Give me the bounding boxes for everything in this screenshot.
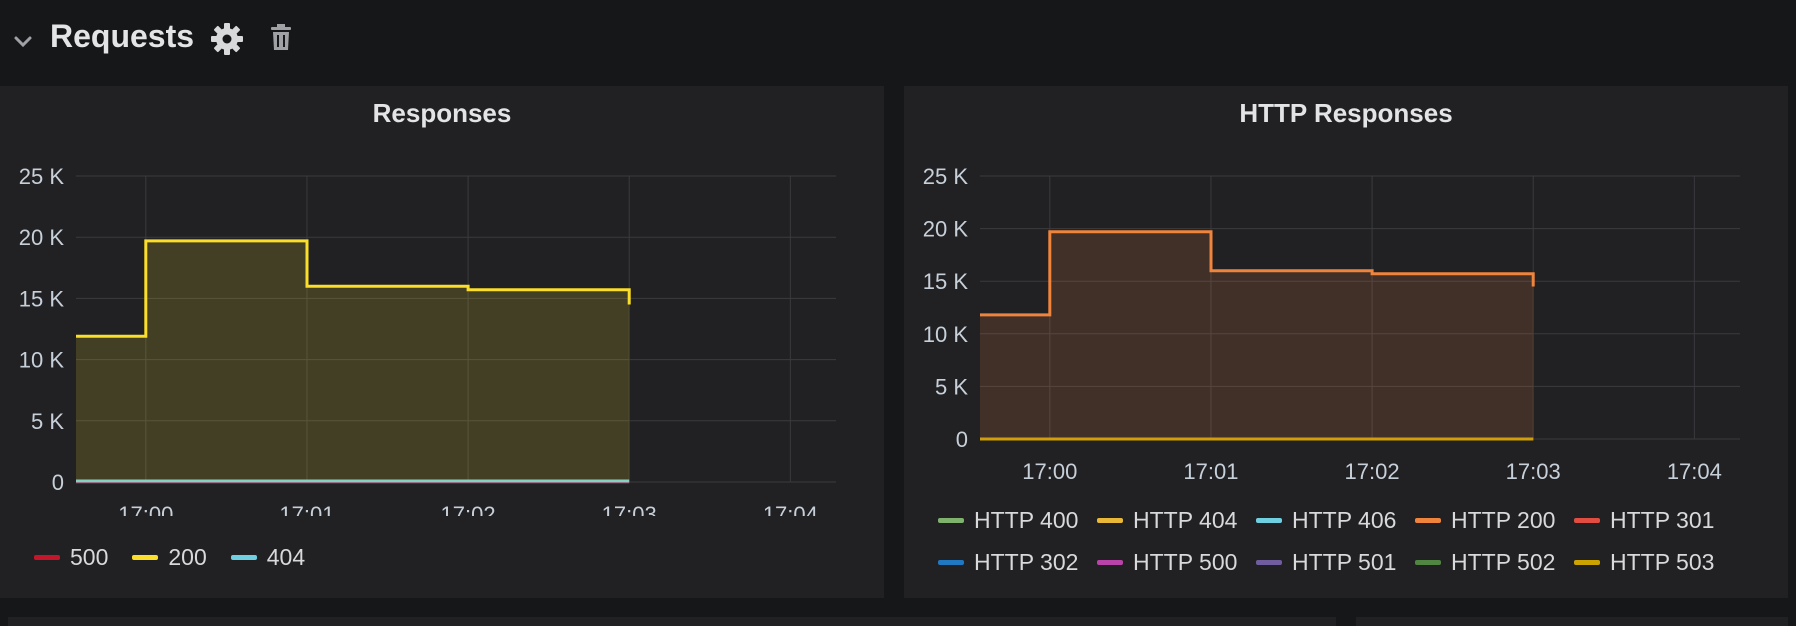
legend-item[interactable]: HTTP 501 bbox=[1256, 541, 1415, 583]
legend-swatch bbox=[1256, 559, 1282, 565]
next-panel-edge bbox=[8, 617, 1336, 626]
chevron-down-icon[interactable] bbox=[12, 30, 34, 52]
y-tick-label: 0 bbox=[956, 427, 968, 452]
legend-item[interactable]: HTTP 400 bbox=[938, 499, 1097, 541]
y-tick-label: 0 bbox=[52, 470, 64, 495]
legend-swatch bbox=[938, 517, 964, 523]
y-tick-label: 15 K bbox=[19, 286, 65, 311]
series-fill-http-200 bbox=[980, 231, 1534, 439]
x-tick-label: 17:04 bbox=[1667, 459, 1722, 484]
legend-label: HTTP 406 bbox=[1292, 506, 1397, 533]
trash-icon[interactable] bbox=[268, 24, 294, 52]
responses-legend: 500 200 404 bbox=[34, 536, 854, 578]
legend-swatch bbox=[34, 554, 60, 560]
x-tick-label: 17:00 bbox=[1022, 459, 1077, 484]
legend-item[interactable]: 500 bbox=[34, 536, 108, 578]
y-tick-label: 25 K bbox=[19, 164, 65, 189]
legend-item[interactable]: HTTP 503 bbox=[1574, 541, 1733, 583]
legend-swatch bbox=[1097, 559, 1123, 565]
y-tick-label: 10 K bbox=[19, 348, 65, 373]
x-tick-label: 17:01 bbox=[1183, 459, 1238, 484]
y-tick-label: 5 K bbox=[935, 374, 968, 399]
x-tick-label: 17:02 bbox=[1345, 459, 1400, 484]
next-panel-edge bbox=[1356, 617, 1788, 626]
gear-icon[interactable] bbox=[210, 22, 244, 56]
y-tick-label: 5 K bbox=[31, 409, 64, 434]
legend-swatch bbox=[132, 554, 159, 560]
legend-swatch bbox=[1415, 517, 1441, 523]
x-tick-label: 17:00 bbox=[118, 502, 173, 516]
legend-label: HTTP 500 bbox=[1133, 548, 1238, 575]
http-responses-legend: HTTP 400 HTTP 404 HTTP 406 HTTP 200 HTTP 301… bbox=[938, 499, 1768, 583]
legend-label: HTTP 200 bbox=[1451, 506, 1556, 533]
x-tick-label: 17:01 bbox=[279, 502, 334, 516]
legend-swatch bbox=[938, 559, 964, 565]
legend-label: HTTP 302 bbox=[974, 548, 1079, 575]
legend-item[interactable]: HTTP 404 bbox=[1097, 499, 1256, 541]
legend-item[interactable]: HTTP 301 bbox=[1574, 499, 1733, 541]
responses-panel: Responses 05 K 10 K 15 K 20 K 25 K 17:00 17:01… bbox=[0, 86, 884, 598]
x-tick-label: 17:03 bbox=[1506, 459, 1561, 484]
x-tick-label: 17:04 bbox=[763, 502, 818, 516]
x-tick-label: 17:03 bbox=[602, 502, 657, 516]
legend-label: 200 bbox=[168, 543, 207, 570]
legend-swatch bbox=[1415, 559, 1441, 565]
legend-label: HTTP 301 bbox=[1610, 506, 1715, 533]
legend-label: HTTP 404 bbox=[1133, 506, 1238, 533]
legend-label: 500 bbox=[70, 543, 109, 570]
http-responses-chart: 0 5 K 10 K 15 K 20 K 25 K 17:00 17:01 17:02 17:03… bbox=[923, 164, 1740, 484]
legend-item[interactable]: HTTP 302 bbox=[938, 541, 1097, 583]
http-responses-panel: HTTP Responses 05 K 10 K 15 K 20 K 25 K 17:00… bbox=[904, 86, 1788, 598]
y-tick-label: 25 K bbox=[923, 164, 969, 189]
y-tick-label: 15 K bbox=[923, 269, 969, 294]
legend-label: HTTP 400 bbox=[974, 506, 1079, 533]
x-tick-label: 17:02 bbox=[441, 502, 496, 516]
legend-swatch bbox=[1097, 517, 1123, 523]
y-tick-label: 10 K bbox=[923, 322, 969, 347]
legend-item[interactable]: HTTP 502 bbox=[1415, 541, 1574, 583]
legend-label: 404 bbox=[266, 543, 306, 570]
legend-label: HTTP 503 bbox=[1610, 548, 1715, 575]
legend-item[interactable]: HTTP 200 bbox=[1415, 499, 1574, 541]
legend-label: HTTP 501 bbox=[1292, 548, 1397, 575]
legend-item[interactable]: 404 bbox=[230, 536, 306, 578]
row-title[interactable]: Requests bbox=[50, 18, 194, 55]
legend-item[interactable]: 200 bbox=[132, 536, 207, 578]
legend-label: HTTP 502 bbox=[1451, 548, 1556, 575]
legend-swatch bbox=[1256, 517, 1282, 523]
legend-swatch bbox=[1574, 559, 1600, 565]
series-fill-200 bbox=[76, 240, 630, 482]
dashboard-row-header: Requests bbox=[0, 0, 1796, 80]
legend-item[interactable]: HTTP 406 bbox=[1256, 499, 1415, 541]
y-tick-label: 20 K bbox=[923, 217, 969, 242]
responses-chart: 0 5 K 10 K 15 K 20 K 25 K 17:00 17:01 17:02 17:03… bbox=[19, 164, 836, 516]
legend-swatch bbox=[1574, 517, 1600, 523]
y-tick-label: 20 K bbox=[19, 225, 65, 250]
legend-item[interactable]: HTTP 500 bbox=[1097, 541, 1256, 583]
legend-swatch bbox=[230, 554, 257, 560]
